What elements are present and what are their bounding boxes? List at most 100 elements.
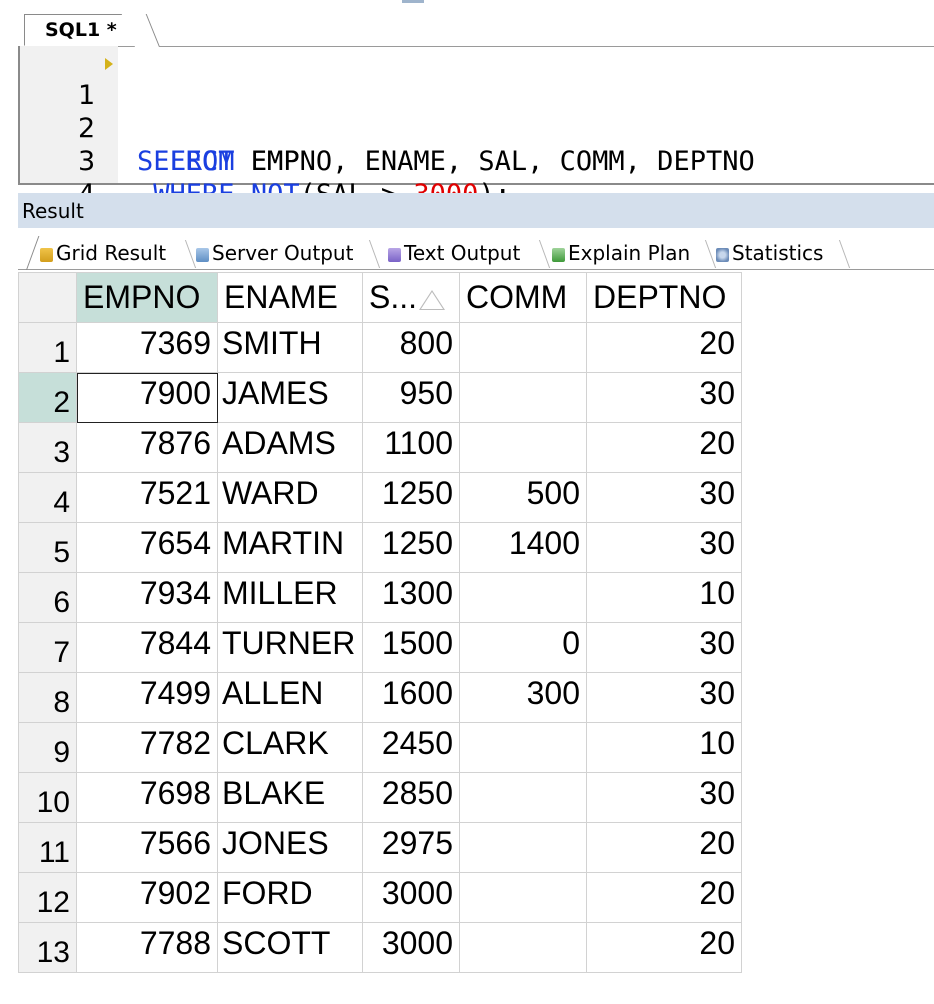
tab-text-output[interactable]: Text Output [388,236,520,270]
tab-statistics[interactable]: Statistics [716,236,823,270]
cell-deptno[interactable]: 20 [586,322,742,373]
cell-empno[interactable]: 7698 [76,772,218,823]
cell-ename[interactable]: BLAKE [217,772,363,823]
cell-sal[interactable]: 1100 [362,422,460,473]
tab-server-output[interactable]: Server Output [196,236,353,270]
cell-empno[interactable]: 7782 [76,722,218,773]
table-row[interactable]: 12 7902 FORD 3000 20 [18,872,742,923]
cell-deptno[interactable]: 30 [586,772,742,823]
table-row[interactable]: 8 7499 ALLEN 1600 300 30 [18,672,742,723]
cell-deptno[interactable]: 20 [586,872,742,923]
table-row[interactable]: 13 7788 SCOTT 3000 20 [18,922,742,973]
cell-empno[interactable]: 7844 [76,622,218,673]
code-line-1[interactable]: 1 SELECT EMPNO, ENAME, SAL, COMM, DEPTNO [20,46,934,177]
cell-sal[interactable]: 800 [362,322,460,373]
cell-sal[interactable]: 1500 [362,622,460,673]
table-row[interactable]: 4 7521 WARD 1250 500 30 [18,472,742,523]
cell-deptno[interactable]: 20 [586,922,742,973]
table-row[interactable]: 5 7654 MARTIN 1250 1400 30 [18,522,742,573]
column-header-empno[interactable]: EMPNO [76,272,218,323]
row-number[interactable]: 10 [18,772,77,823]
row-number[interactable]: 2 [18,372,77,423]
column-header-deptno[interactable]: DEPTNO [586,272,742,323]
table-row[interactable]: 1 7369 SMITH 800 20 [18,322,742,373]
column-header-comm[interactable]: COMM [459,272,587,323]
row-number[interactable]: 7 [18,622,77,673]
cell-comm[interactable] [459,772,587,823]
cell-empno[interactable]: 7369 [76,322,218,373]
cell-empno[interactable]: 7654 [76,522,218,573]
table-row[interactable]: 11 7566 JONES 2975 20 [18,822,742,873]
code-line-2[interactable]: 2 FROM EMP [20,79,934,177]
cell-ename[interactable]: ALLEN [217,672,363,723]
cell-empno[interactable]: 7566 [76,822,218,873]
cell-comm[interactable] [459,372,587,423]
cell-sal[interactable]: 1250 [362,472,460,523]
cell-ename[interactable]: ADAMS [217,422,363,473]
cell-empno[interactable]: 7521 [76,472,218,523]
table-row[interactable]: 10 7698 BLAKE 2850 30 [18,772,742,823]
table-row[interactable]: 3 7876 ADAMS 1100 20 [18,422,742,473]
cell-comm[interactable]: 500 [459,472,587,523]
cell-ename[interactable]: JONES [217,822,363,873]
cell-deptno[interactable]: 30 [586,472,742,523]
cell-deptno[interactable]: 10 [586,722,742,773]
table-row[interactable]: 2 7900 JAMES 950 30 [18,372,742,423]
row-number[interactable]: 9 [18,722,77,773]
cell-deptno[interactable]: 30 [586,622,742,673]
table-row[interactable]: 9 7782 CLARK 2450 10 [18,722,742,773]
cell-sal[interactable]: 3000 [362,922,460,973]
row-number[interactable]: 3 [18,422,77,473]
cell-ename[interactable]: MILLER [217,572,363,623]
cell-sal[interactable]: 1300 [362,572,460,623]
table-row[interactable]: 6 7934 MILLER 1300 10 [18,572,742,623]
row-number[interactable]: 11 [18,822,77,873]
cell-comm[interactable] [459,422,587,473]
cell-comm[interactable] [459,722,587,773]
table-row[interactable]: 7 7844 TURNER 1500 0 30 [18,622,742,673]
cell-sal[interactable]: 3000 [362,872,460,923]
cell-comm[interactable] [459,872,587,923]
column-header-sal[interactable]: S... [362,272,460,323]
cell-ename[interactable]: SCOTT [217,922,363,973]
cell-deptno[interactable]: 20 [586,822,742,873]
cell-empno[interactable]: 7902 [76,872,218,923]
row-number[interactable]: 4 [18,472,77,523]
cell-comm[interactable] [459,822,587,873]
cell-comm[interactable] [459,322,587,373]
tab-sql1[interactable]: SQL1 * [24,14,146,46]
sql-editor[interactable]: 1 SELECT EMPNO, ENAME, SAL, COMM, DEPTNO… [18,46,934,210]
cell-ename[interactable]: MARTIN [217,522,363,573]
cell-empno[interactable]: 7934 [76,572,218,623]
tab-grid-result[interactable]: Grid Result [40,236,166,270]
cell-ename[interactable]: SMITH [217,322,363,373]
cell-ename[interactable]: CLARK [217,722,363,773]
row-number[interactable]: 13 [18,922,77,973]
cell-empno[interactable]: 7876 [76,422,218,473]
cell-sal[interactable]: 2450 [362,722,460,773]
cell-deptno[interactable]: 10 [586,572,742,623]
cell-ename[interactable]: WARD [217,472,363,523]
cell-empno[interactable]: 7499 [76,672,218,723]
cell-sal[interactable]: 2850 [362,772,460,823]
cell-comm[interactable]: 300 [459,672,587,723]
cell-sal[interactable]: 1250 [362,522,460,573]
row-number[interactable]: 5 [18,522,77,573]
tab-explain-plan[interactable]: Explain Plan [552,236,690,270]
row-number[interactable]: 1 [18,322,77,373]
grid-corner[interactable] [18,272,77,323]
cell-deptno[interactable]: 30 [586,672,742,723]
column-header-ename[interactable]: ENAME [217,272,363,323]
cell-ename[interactable]: TURNER [217,622,363,673]
cell-comm[interactable] [459,922,587,973]
code-line-3[interactable]: 3 WHERE NOT(SAL > 3000); [20,112,934,210]
cell-deptno[interactable]: 20 [586,422,742,473]
cell-sal[interactable]: 2975 [362,822,460,873]
row-number[interactable]: 6 [18,572,77,623]
cell-empno[interactable]: 7900 [76,372,218,423]
code-line-4[interactable]: 4 [20,145,934,210]
cell-deptno[interactable]: 30 [586,372,742,423]
row-number[interactable]: 8 [18,672,77,723]
cell-deptno[interactable]: 30 [586,522,742,573]
cell-sal[interactable]: 950 [362,372,460,423]
